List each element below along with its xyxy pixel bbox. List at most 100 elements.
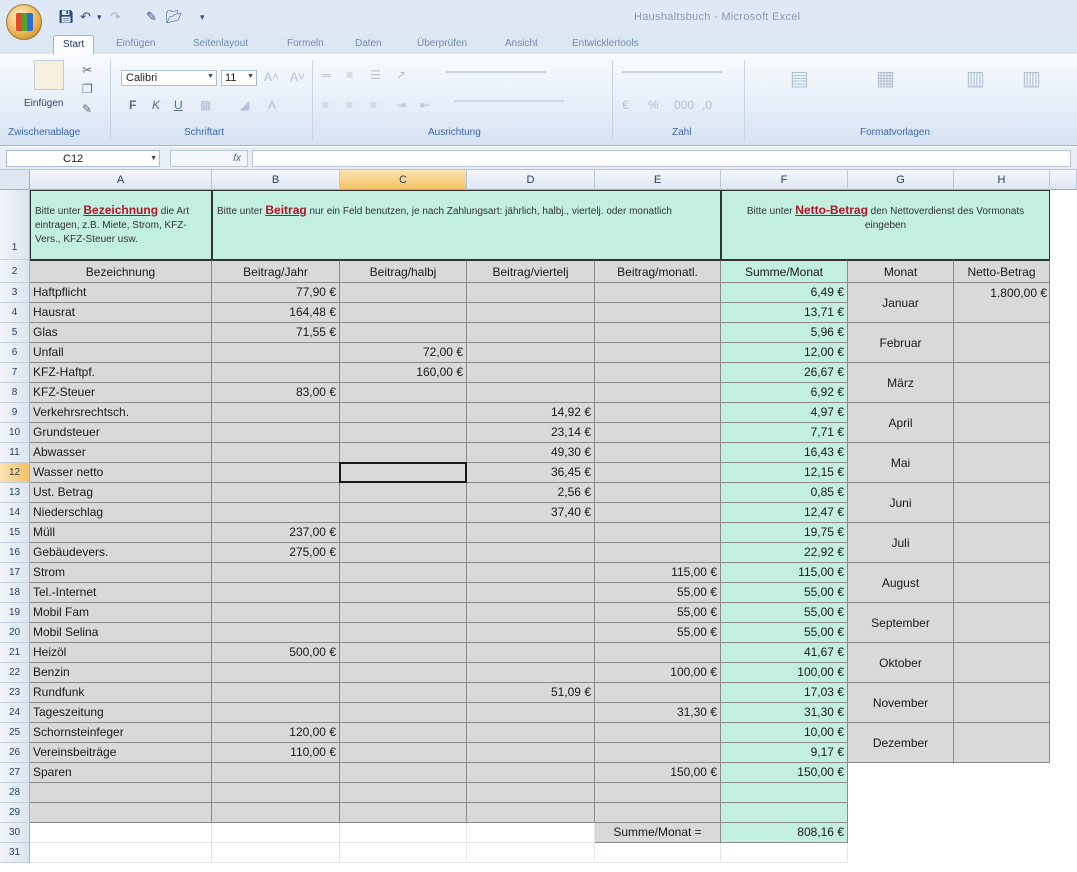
delete-cells-icon[interactable]: ▥ — [1022, 66, 1041, 91]
cell-bezeichnung[interactable]: KFZ-Steuer — [30, 383, 212, 403]
new-file-icon[interactable]: ✎ — [146, 9, 157, 25]
row-header-17[interactable]: 17 — [0, 563, 30, 583]
cell-summe[interactable]: 0,85 € — [721, 483, 848, 503]
row-header-26[interactable]: 26 — [0, 743, 30, 763]
cell-jahr[interactable]: 275,00 € — [212, 543, 340, 563]
cell-summe[interactable]: 16,43 € — [721, 443, 848, 463]
cell-viertelj[interactable]: 51,09 € — [467, 683, 595, 703]
cell-jahr[interactable]: 237,00 € — [212, 523, 340, 543]
cell-monatl[interactable] — [595, 343, 721, 363]
cell-viertelj[interactable] — [467, 743, 595, 763]
empty-cell[interactable] — [30, 823, 212, 843]
cell-summe[interactable]: 100,00 € — [721, 663, 848, 683]
cell-summe[interactable]: 9,17 € — [721, 743, 848, 763]
align-left-icon[interactable]: ≡ — [322, 98, 329, 112]
cell-viertelj[interactable]: 2,56 € — [467, 483, 595, 503]
cell-halbj[interactable]: 72,00 € — [340, 343, 467, 363]
cell-jahr[interactable] — [212, 343, 340, 363]
orientation-icon[interactable]: ↗ — [396, 68, 406, 82]
cell-monatl[interactable]: 55,00 € — [595, 603, 721, 623]
tab-ansicht[interactable]: Ansicht — [505, 38, 538, 49]
format-table-icon[interactable]: ▦ — [876, 66, 895, 91]
cut-icon[interactable]: ✂ — [82, 63, 92, 77]
cell-viertelj[interactable] — [467, 383, 595, 403]
cell-summe[interactable]: 31,30 € — [721, 703, 848, 723]
cell-viertelj[interactable] — [467, 343, 595, 363]
cell-monatl[interactable] — [595, 303, 721, 323]
cell-viertelj[interactable] — [467, 323, 595, 343]
cell-halbj[interactable] — [340, 623, 467, 643]
cell-monatl[interactable] — [595, 523, 721, 543]
name-box[interactable]: C12 ▼ — [6, 150, 160, 167]
cell-bezeichnung[interactable]: Müll — [30, 523, 212, 543]
tab-formeln[interactable]: Formeln — [287, 38, 324, 49]
cell-monatl[interactable]: 55,00 € — [595, 583, 721, 603]
column-header-e[interactable]: E — [595, 170, 721, 190]
cell-viertelj[interactable] — [467, 623, 595, 643]
customize-qat-icon[interactable]: ▾ — [200, 12, 205, 23]
cell-summe[interactable]: 13,71 € — [721, 303, 848, 323]
wrap-text-button[interactable] — [446, 71, 546, 81]
cell-bezeichnung[interactable]: Mobil Selina — [30, 623, 212, 643]
cell-bezeichnung[interactable]: Grundsteuer — [30, 423, 212, 443]
cell-summe[interactable]: 12,47 € — [721, 503, 848, 523]
tab-einfuegen[interactable]: Einfügen — [116, 38, 155, 49]
cell-jahr[interactable]: 77,90 € — [212, 283, 340, 303]
cell-summe[interactable]: 17,03 € — [721, 683, 848, 703]
cell-monatl[interactable]: 31,30 € — [595, 703, 721, 723]
netto-cell[interactable] — [954, 683, 1050, 723]
row-header-2[interactable]: 2 — [0, 260, 30, 283]
cell-jahr[interactable] — [212, 463, 340, 483]
row-header-13[interactable]: 13 — [0, 483, 30, 503]
align-top-icon[interactable]: ═ — [322, 68, 331, 82]
thousands-icon[interactable]: 000 — [674, 98, 694, 112]
cell-monatl[interactable] — [595, 323, 721, 343]
cell-halbj[interactable] — [340, 503, 467, 523]
row-header-12[interactable]: 12 — [0, 463, 30, 483]
cell-monatl[interactable] — [595, 503, 721, 523]
cell-monatl[interactable] — [595, 723, 721, 743]
cell-summe[interactable]: 5,96 € — [721, 323, 848, 343]
italic-icon[interactable]: K — [152, 98, 160, 112]
row-header-5[interactable]: 5 — [0, 323, 30, 343]
cell-monatl[interactable] — [595, 743, 721, 763]
cell-bezeichnung[interactable]: Schornsteinfeger — [30, 723, 212, 743]
row-header-15[interactable]: 15 — [0, 523, 30, 543]
cell-monatl[interactable]: 115,00 € — [595, 563, 721, 583]
row-header-25[interactable]: 25 — [0, 723, 30, 743]
column-header-f[interactable]: F — [721, 170, 848, 190]
cell-halbj[interactable] — [340, 403, 467, 423]
cell-monatl[interactable] — [595, 643, 721, 663]
row-header-10[interactable]: 10 — [0, 423, 30, 443]
cell-halbj[interactable] — [340, 283, 467, 303]
cell-jahr[interactable]: 71,55 € — [212, 323, 340, 343]
cell-halbj[interactable] — [340, 743, 467, 763]
cell-bezeichnung[interactable]: Mobil Fam — [30, 603, 212, 623]
cell-bezeichnung[interactable]: Strom — [30, 563, 212, 583]
netto-cell[interactable] — [954, 483, 1050, 523]
cell-summe[interactable]: 55,00 € — [721, 623, 848, 643]
cell-jahr[interactable] — [212, 703, 340, 723]
cell-bezeichnung[interactable] — [30, 803, 212, 823]
cell-jahr[interactable] — [212, 443, 340, 463]
cell-summe[interactable] — [721, 783, 848, 803]
cell-jahr[interactable] — [212, 423, 340, 443]
row-header-22[interactable]: 22 — [0, 663, 30, 683]
cell-jahr[interactable] — [212, 803, 340, 823]
netto-cell[interactable] — [954, 643, 1050, 683]
cell-summe[interactable]: 12,00 € — [721, 343, 848, 363]
cell-jahr[interactable] — [212, 563, 340, 583]
font-name-select[interactable]: Calibri ▼ — [121, 70, 217, 86]
cell-bezeichnung[interactable]: Glas — [30, 323, 212, 343]
cell-monatl[interactable]: 150,00 € — [595, 763, 721, 783]
cell-bezeichnung[interactable]: Ust. Betrag — [30, 483, 212, 503]
align-bottom-icon[interactable]: ☰ — [370, 68, 381, 82]
cell-jahr[interactable] — [212, 583, 340, 603]
cell-monatl[interactable] — [595, 463, 721, 483]
cell-bezeichnung[interactable]: Vereinsbeiträge — [30, 743, 212, 763]
number-format-select[interactable] — [622, 71, 722, 81]
cell-halbj[interactable] — [340, 723, 467, 743]
cell-summe[interactable] — [721, 803, 848, 823]
cell-jahr[interactable]: 164,48 € — [212, 303, 340, 323]
cell-summe[interactable]: 12,15 € — [721, 463, 848, 483]
